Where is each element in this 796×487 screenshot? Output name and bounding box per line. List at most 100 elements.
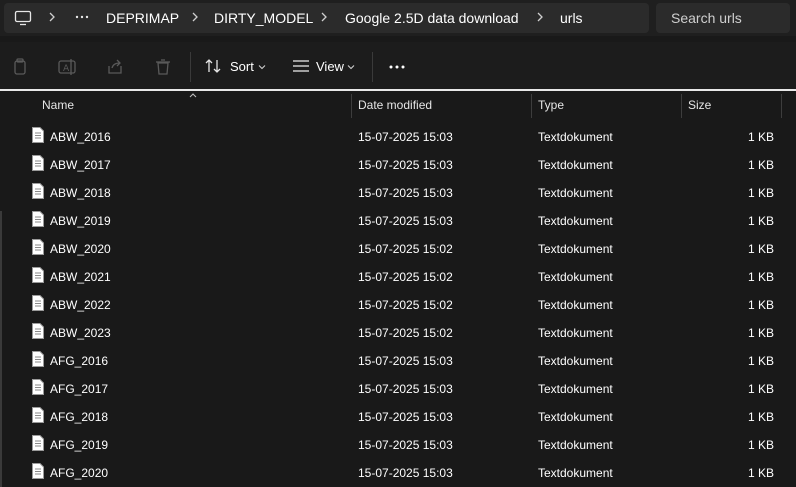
file-type: Textdokument <box>538 242 613 256</box>
file-size: 1 KB <box>747 326 774 340</box>
column-header-size[interactable]: Size <box>688 98 711 112</box>
file-name: ABW_2023 <box>50 326 111 340</box>
text-file-icon <box>31 239 45 255</box>
file-row[interactable]: ABW_2022 15-07-2025 15:02 Textdokument 1… <box>0 290 796 318</box>
chevron-down-icon <box>347 60 355 74</box>
file-size: 1 KB <box>747 158 774 172</box>
address-bar: DEPRIMAP DIRTY_MODEL Google 2.5D data do… <box>0 0 796 36</box>
chevron-right-icon[interactable] <box>48 10 56 27</box>
view-icon <box>292 59 310 76</box>
file-size: 1 KB <box>747 270 774 284</box>
file-date: 15-07-2025 15:03 <box>358 158 453 172</box>
file-row[interactable]: ABW_2019 15-07-2025 15:03 Textdokument 1… <box>0 206 796 234</box>
file-type: Textdokument <box>538 382 613 396</box>
navigation-pane-edge[interactable] <box>0 211 2 487</box>
file-name: AFG_2019 <box>50 438 109 452</box>
file-type: Textdokument <box>538 466 613 480</box>
toolbar-separator <box>190 52 191 82</box>
file-row[interactable]: AFG_2016 15-07-2025 15:03 Textdokument 1… <box>0 346 796 374</box>
copy-icon[interactable] <box>10 57 30 77</box>
file-size: 1 KB <box>747 214 774 228</box>
file-size: 1 KB <box>747 130 774 144</box>
file-date: 15-07-2025 15:03 <box>358 410 453 424</box>
text-file-icon <box>31 323 45 339</box>
column-header-name[interactable]: Name <box>42 98 74 112</box>
file-row[interactable]: AFG_2018 15-07-2025 15:03 Textdokument 1… <box>0 402 796 430</box>
sort-ascending-icon <box>188 88 198 102</box>
column-header-date[interactable]: Date modified <box>358 98 432 112</box>
more-path-icon[interactable] <box>74 11 90 26</box>
file-date: 15-07-2025 15:02 <box>358 242 453 256</box>
file-date: 15-07-2025 15:03 <box>358 130 453 144</box>
file-row[interactable]: AFG_2019 15-07-2025 15:03 Textdokument 1… <box>0 430 796 458</box>
text-file-icon <box>31 407 45 423</box>
text-file-icon <box>31 379 45 395</box>
breadcrumb-item-deprimap[interactable]: DEPRIMAP <box>106 10 179 26</box>
chevron-right-icon[interactable] <box>536 10 544 27</box>
file-list: Name Date modified Type Size ABW_2016 15… <box>0 91 796 487</box>
file-type: Textdokument <box>538 270 613 284</box>
file-date: 15-07-2025 15:03 <box>358 214 453 228</box>
share-icon[interactable] <box>105 57 125 77</box>
text-file-icon <box>31 351 45 367</box>
file-row[interactable]: ABW_2021 15-07-2025 15:02 Textdokument 1… <box>0 262 796 290</box>
file-size: 1 KB <box>747 466 774 480</box>
view-button[interactable]: View <box>292 56 362 78</box>
column-divider[interactable] <box>351 94 352 118</box>
file-name: ABW_2022 <box>50 298 111 312</box>
file-name: AFG_2016 <box>50 354 109 368</box>
chevron-right-icon[interactable] <box>320 10 328 27</box>
file-size: 1 KB <box>747 298 774 312</box>
breadcrumb-item-google-download[interactable]: Google 2.5D data download <box>345 10 519 26</box>
file-size: 1 KB <box>747 438 774 452</box>
file-size: 1 KB <box>747 410 774 424</box>
delete-icon[interactable] <box>153 57 173 77</box>
column-header-row: Name Date modified Type Size <box>0 91 796 118</box>
text-file-icon <box>31 127 45 143</box>
file-type: Textdokument <box>538 326 613 340</box>
chevron-right-icon[interactable] <box>191 10 199 27</box>
sort-icon <box>204 57 224 78</box>
column-divider[interactable] <box>531 94 532 118</box>
file-row[interactable]: ABW_2023 15-07-2025 15:02 Textdokument 1… <box>0 318 796 346</box>
file-date: 15-07-2025 15:03 <box>358 186 453 200</box>
search-input[interactable]: Search urls <box>656 3 790 33</box>
file-name: ABW_2021 <box>50 270 111 284</box>
view-label: View <box>316 59 344 74</box>
file-row[interactable]: ABW_2017 15-07-2025 15:03 Textdokument 1… <box>0 150 796 178</box>
file-size: 1 KB <box>747 382 774 396</box>
file-date: 15-07-2025 15:02 <box>358 326 453 340</box>
file-size: 1 KB <box>747 242 774 256</box>
file-name: AFG_2018 <box>50 410 109 424</box>
breadcrumb[interactable]: DEPRIMAP DIRTY_MODEL Google 2.5D data do… <box>4 3 649 33</box>
rename-icon[interactable]: A <box>57 57 77 77</box>
file-date: 15-07-2025 15:03 <box>358 438 453 452</box>
column-header-type[interactable]: Type <box>538 98 564 112</box>
file-type: Textdokument <box>538 158 613 172</box>
svg-text:A: A <box>63 64 70 74</box>
column-divider[interactable] <box>681 94 682 118</box>
breadcrumb-item-urls[interactable]: urls <box>560 10 583 26</box>
text-file-icon <box>31 211 45 227</box>
file-date: 15-07-2025 15:03 <box>358 466 453 480</box>
file-size: 1 KB <box>747 186 774 200</box>
sort-button[interactable]: Sort <box>204 56 270 78</box>
file-row[interactable]: ABW_2018 15-07-2025 15:03 Textdokument 1… <box>0 178 796 206</box>
file-row[interactable]: ABW_2020 15-07-2025 15:02 Textdokument 1… <box>0 234 796 262</box>
more-options-icon[interactable] <box>387 57 407 77</box>
file-row[interactable]: AFG_2020 15-07-2025 15:03 Textdokument 1… <box>0 458 796 486</box>
file-name: ABW_2018 <box>50 186 111 200</box>
file-name: AFG_2017 <box>50 382 109 396</box>
file-row[interactable]: ABW_2016 15-07-2025 15:03 Textdokument 1… <box>0 122 796 150</box>
this-pc-icon[interactable] <box>14 10 32 29</box>
breadcrumb-item-dirty-model[interactable]: DIRTY_MODEL <box>214 10 313 26</box>
file-date: 15-07-2025 15:02 <box>358 298 453 312</box>
file-row[interactable]: AFG_2017 15-07-2025 15:03 Textdokument 1… <box>0 374 796 402</box>
text-file-icon <box>31 295 45 311</box>
file-date: 15-07-2025 15:02 <box>358 270 453 284</box>
column-divider[interactable] <box>781 94 782 118</box>
file-type: Textdokument <box>538 214 613 228</box>
file-size: 1 KB <box>747 354 774 368</box>
file-date: 15-07-2025 15:03 <box>358 382 453 396</box>
toolbar-separator <box>372 52 373 82</box>
